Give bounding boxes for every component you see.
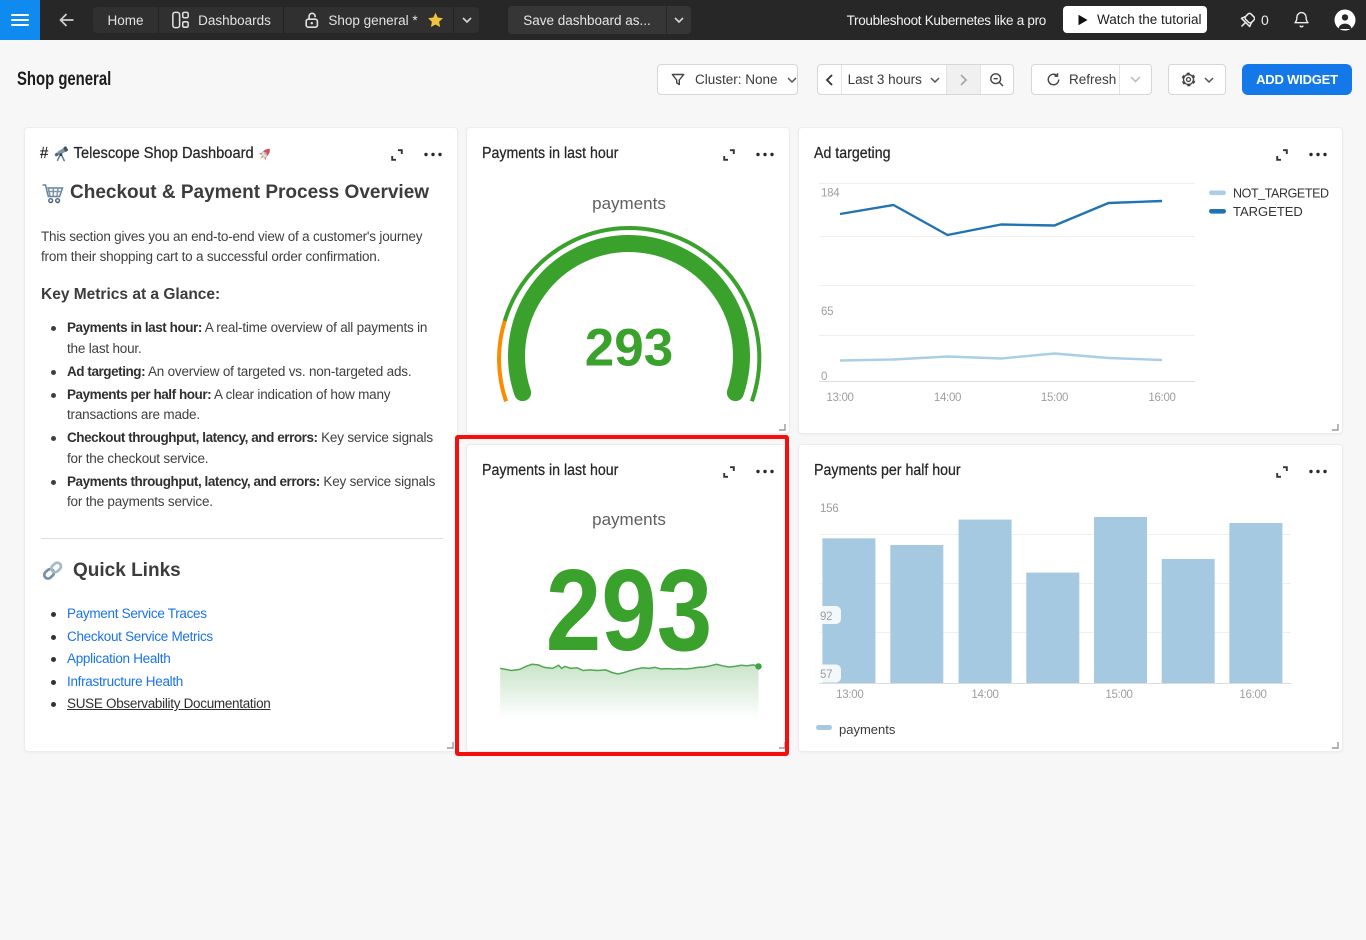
svg-text:16:00: 16:00: [1148, 392, 1175, 404]
svg-text:92: 92: [820, 611, 832, 623]
svg-text:NOT_TARGETED: NOT_TARGETED: [1233, 187, 1329, 201]
svg-text:15:00: 15:00: [1041, 392, 1068, 404]
svg-text:payments: payments: [592, 194, 666, 213]
svg-text:15:00: 15:00: [1105, 689, 1132, 701]
svg-text:16:00: 16:00: [1239, 689, 1266, 701]
svg-text:14:00: 14:00: [934, 392, 961, 404]
svg-text:13:00: 13:00: [826, 392, 853, 404]
svg-text:13:00: 13:00: [836, 689, 863, 701]
svg-text:184: 184: [821, 188, 840, 200]
svg-text:TARGETED: TARGETED: [1233, 204, 1303, 219]
svg-text:0: 0: [821, 371, 827, 383]
svg-text:156: 156: [820, 503, 838, 515]
svg-text:293: 293: [585, 318, 673, 377]
svg-text:57: 57: [820, 669, 832, 681]
svg-text:65: 65: [821, 306, 833, 318]
svg-text:14:00: 14:00: [971, 689, 998, 701]
svg-text:payments: payments: [839, 722, 896, 737]
